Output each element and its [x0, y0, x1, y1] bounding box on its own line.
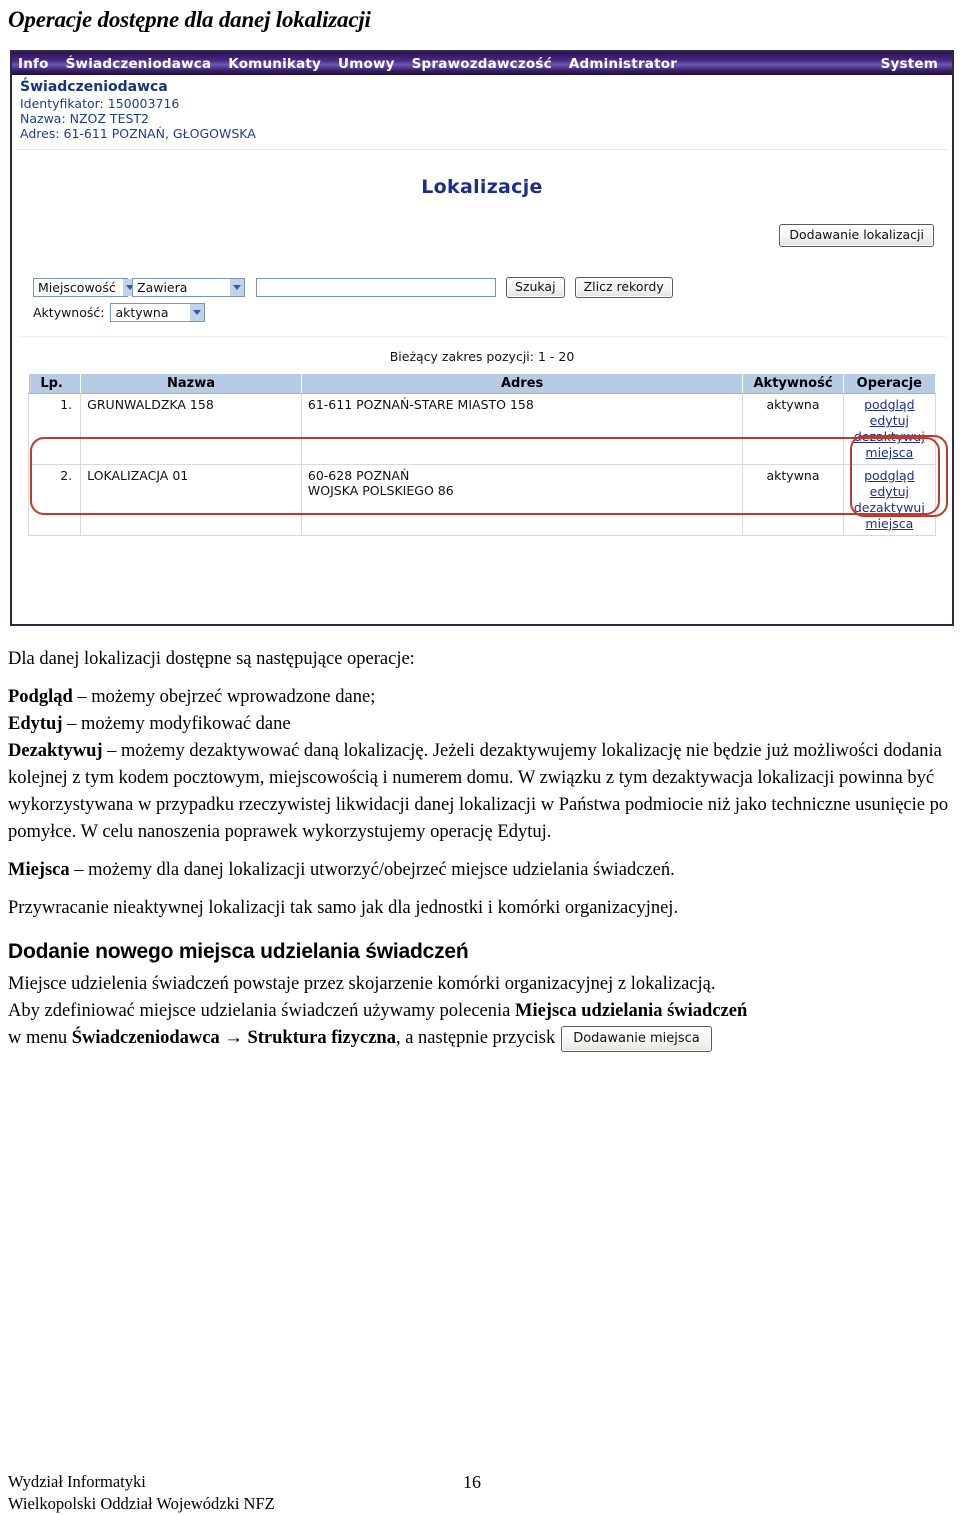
- cell-lp: 1.: [27, 393, 82, 465]
- column-select-value: Miejscowość: [38, 280, 116, 295]
- section-heading-dodanie: Dodanie nowego miejsca udzielania świadc…: [8, 940, 469, 963]
- footer-page-number: 16: [463, 1472, 481, 1492]
- record-range-text: Bieżący zakres pozycji: 1 - 20: [389, 349, 575, 364]
- term-miejsca: Miejsca: [8, 860, 70, 880]
- column-header-operacje[interactable]: Operacje: [842, 373, 937, 394]
- term-edytuj: Edytuj: [8, 714, 63, 734]
- cell-adres-line2: WOJSKA POLSKIEGO 86: [307, 483, 454, 498]
- locations-table: Lp. Nazwa Adres Aktywność Operacje 1. GR…: [27, 373, 937, 536]
- paragraph-edytuj: Edytuj – możemy modyfikować dane: [8, 711, 952, 738]
- op-link-edytuj[interactable]: edytuj: [850, 413, 929, 429]
- text-miejsca: – możemy dla danej lokalizacji utworzyć/…: [69, 860, 675, 880]
- op-link-miejsca[interactable]: miejsca: [850, 516, 929, 532]
- menu-item-administrator[interactable]: Administrator: [569, 56, 677, 72]
- application-screenshot: Info Świadczeniodawca Komunikaty Umowy S…: [10, 50, 954, 626]
- text-section2-line3-d: , a następnie przycisk: [395, 1028, 556, 1048]
- text-section2-line3-a: w menu: [8, 1028, 72, 1048]
- arrow-glyph: →: [219, 1028, 248, 1048]
- divider: [16, 149, 948, 150]
- cell-operacje: podgląd edytuj dezaktywuj miejsca: [842, 464, 937, 536]
- term-struktura-fizyczna: Struktura fizyczna: [247, 1028, 396, 1048]
- term-podglad: Podgląd: [8, 687, 73, 707]
- op-link-podglad[interactable]: podgląd: [850, 397, 929, 413]
- filter-row-primary: Miejscowość Zawiera Szukaj Zlicz rekordy: [33, 277, 952, 298]
- chevron-down-icon: [229, 279, 244, 296]
- provider-name: Nazwa: NZOZ TEST2: [20, 111, 149, 126]
- menu-item-umowy[interactable]: Umowy: [338, 56, 395, 72]
- add-location-button[interactable]: Dodawanie lokalizacji: [779, 224, 934, 247]
- op-link-dezaktywuj[interactable]: dezaktywuj: [850, 500, 929, 516]
- term-swiadczeniodawca: Świadczeniodawca: [71, 1028, 220, 1048]
- operator-select-value: Zawiera: [137, 280, 188, 295]
- term-miejsca-udzielania: Miejsca udzielania świadczeń: [515, 1001, 748, 1021]
- cell-aktywnosc: aktywna: [742, 464, 844, 536]
- cell-operacje: podgląd edytuj dezaktywuj miejsca: [842, 393, 937, 465]
- op-link-miejsca[interactable]: miejsca: [850, 445, 929, 461]
- app-page-title: Lokalizacje: [421, 176, 543, 198]
- locations-table-wrapper: Lp. Nazwa Adres Aktywność Operacje 1. GR…: [12, 373, 952, 536]
- text-edytuj: – możemy modyfikować dane: [62, 714, 291, 734]
- activity-select-value: aktywna: [115, 305, 169, 320]
- operator-select[interactable]: Zawiera: [132, 278, 245, 297]
- cell-adres-line1: 61-611 POZNAŃ-STARE MIASTO 158: [307, 397, 534, 412]
- count-records-button[interactable]: Zlicz rekordy: [574, 277, 673, 298]
- add-place-button[interactable]: Dodawanie miejsca: [561, 1025, 712, 1052]
- cell-adres-line1: 60-628 POZNAŃ: [307, 468, 410, 483]
- document-body: Dla danej lokalizacji dostępne są następ…: [8, 646, 952, 1052]
- term-dezaktywuj: Dezaktywuj: [8, 741, 103, 761]
- menu-item-system[interactable]: System: [881, 56, 938, 72]
- table-header-row: Lp. Nazwa Adres Aktywność Operacje: [27, 373, 937, 394]
- app-menubar: Info Świadczeniodawca Komunikaty Umowy S…: [12, 52, 952, 75]
- search-button[interactable]: Szukaj: [506, 277, 565, 298]
- cell-adres: 61-611 POZNAŃ-STARE MIASTO 158: [300, 393, 744, 465]
- op-link-podglad[interactable]: podgląd: [850, 468, 929, 484]
- paragraph-section2-line3: w menu Świadczeniodawca → Struktura fizy…: [8, 1025, 952, 1052]
- footer-line-2: Wielkopolski Oddział Wojewódzki NFZ: [8, 1494, 275, 1513]
- text-podglad: – możemy obejrzeć wprowadzone dane;: [72, 687, 376, 707]
- op-link-edytuj[interactable]: edytuj: [850, 484, 929, 500]
- provider-identifier: Identyfikator: 150003716: [20, 96, 180, 111]
- search-input[interactable]: [256, 278, 496, 297]
- op-link-dezaktywuj[interactable]: dezaktywuj: [850, 429, 929, 445]
- divider: [18, 336, 946, 337]
- paragraph-section2-line2: Aby zdefiniować miejsce udzielania świad…: [8, 998, 952, 1025]
- filter-panel: Miejscowość Zawiera Szukaj Zlicz rekordy…: [12, 277, 952, 322]
- activity-label: Aktywność:: [33, 305, 105, 320]
- table-row: 2. LOKALIZACJA 01 60-628 POZNAŃ WOJSKA P…: [27, 464, 937, 536]
- paragraph-section2-line1: Miejsce udzielenia świadczeń powstaje pr…: [8, 974, 716, 994]
- activity-select[interactable]: aktywna: [110, 303, 206, 322]
- paragraph-przywracanie: Przywracanie nieaktywnej lokalizacji tak…: [8, 898, 679, 918]
- menu-item-swiadczeniodawca[interactable]: Świadczeniodawca: [66, 56, 212, 72]
- page-title: Operacje dostępne dla danej lokalizacji: [8, 7, 371, 32]
- filter-row-activity: Aktywność: aktywna: [33, 303, 952, 322]
- cell-nazwa: LOKALIZACJA 01: [80, 464, 302, 536]
- column-header-nazwa[interactable]: Nazwa: [80, 373, 302, 394]
- menu-item-info[interactable]: Info: [18, 56, 49, 72]
- provider-address: Adres: 61-611 POZNAŃ, GŁOGOWSKA: [20, 126, 256, 141]
- provider-title: Świadczeniodawca: [20, 79, 168, 95]
- cell-aktywnosc: aktywna: [742, 393, 844, 465]
- paragraph-podglad: Podgląd – możemy obejrzeć wprowadzone da…: [8, 684, 952, 711]
- menu-item-sprawozdawczosc[interactable]: Sprawozdawczość: [412, 56, 552, 72]
- chevron-down-icon: [189, 304, 205, 321]
- table-row: 1. GRUNWALDZKA 158 61-611 POZNAŃ-STARE M…: [27, 393, 937, 465]
- column-select[interactable]: Miejscowość: [33, 278, 137, 297]
- column-header-aktywnosc[interactable]: Aktywność: [742, 373, 844, 394]
- paragraph-dezaktywuj: Dezaktywuj – możemy dezaktywować daną lo…: [8, 738, 952, 846]
- column-header-lp[interactable]: Lp.: [27, 373, 82, 394]
- text-dezaktywuj: – możemy dezaktywować daną lokalizację. …: [8, 741, 949, 842]
- text-section2-line2-a: Aby zdefiniować miejsce udzielania świad…: [8, 1001, 515, 1021]
- paragraph-miejsca: Miejsca – możemy dla danej lokalizacji u…: [8, 857, 952, 884]
- footer-line-1: Wydział Informatyki: [8, 1472, 146, 1491]
- cell-adres: 60-628 POZNAŃ WOJSKA POLSKIEGO 86: [300, 464, 744, 536]
- cell-lp: 2.: [27, 464, 82, 536]
- paragraph-intro: Dla danej lokalizacji dostępne są następ…: [8, 649, 415, 669]
- cell-nazwa: GRUNWALDZKA 158: [80, 393, 302, 465]
- provider-info: Świadczeniodawca Identyfikator: 15000371…: [12, 75, 952, 143]
- footer-organization: Wydział Informatyki Wielkopolski Oddział…: [8, 1471, 275, 1515]
- column-header-adres[interactable]: Adres: [300, 373, 744, 394]
- add-button-row: Dodawanie lokalizacji: [12, 224, 952, 247]
- menu-item-komunikaty[interactable]: Komunikaty: [228, 56, 321, 72]
